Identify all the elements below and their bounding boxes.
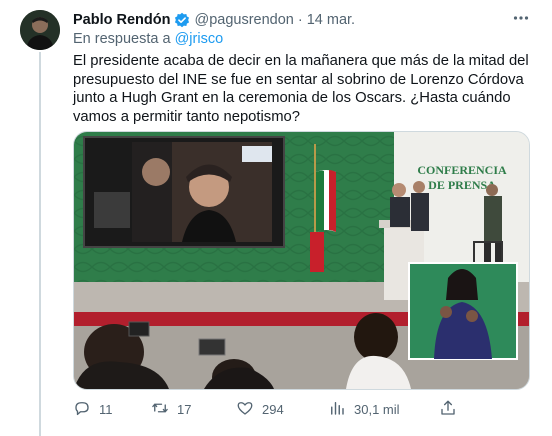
banner-line1: CONFERENCIA [417, 163, 507, 177]
views-icon [328, 399, 346, 420]
tweet-text: El presidente acaba de decir en la mañan… [73, 53, 529, 125]
like-button[interactable]: 294 [236, 398, 284, 420]
tweet-header: Pablo Rendón @pagusrendon · 14 mar. [73, 11, 355, 29]
tweet[interactable]: Pablo Rendón @pagusrendon · 14 mar. En r… [0, 0, 552, 436]
share-icon [439, 399, 457, 420]
verified-badge-icon [174, 12, 190, 28]
thread-line [39, 52, 41, 436]
reply-button[interactable]: 11 [73, 398, 113, 420]
more-icon[interactable] [510, 9, 532, 29]
reply-icon [73, 399, 91, 420]
author-name[interactable]: Pablo Rendón [73, 12, 170, 28]
press-conference-photo: CONFERENCIA DE PRENSA [74, 132, 529, 389]
reply-prefix: En respuesta a [73, 31, 171, 47]
retweet-button[interactable]: 17 [151, 398, 191, 420]
author-handle[interactable]: @pagusrendon [194, 12, 293, 28]
views-count: 30,1 mil [354, 401, 400, 417]
views-button[interactable]: 30,1 mil [328, 398, 400, 420]
retweet-icon [151, 399, 169, 420]
reply-context: En respuesta a @jrisco [73, 31, 223, 47]
retweet-count: 17 [177, 401, 192, 417]
share-button[interactable] [439, 398, 457, 420]
banner-line2: DE PRENSA [428, 178, 496, 192]
reply-mention-link[interactable]: @jrisco [175, 31, 224, 47]
like-count: 294 [262, 401, 284, 417]
avatar[interactable] [20, 10, 60, 50]
like-icon [236, 399, 254, 420]
separator-dot: · [297, 12, 303, 28]
tweet-date[interactable]: 14 mar. [307, 12, 355, 28]
tweet-media-photo[interactable]: CONFERENCIA DE PRENSA [73, 131, 530, 390]
reply-count: 11 [99, 401, 113, 417]
tweet-actions: 11 17 294 30,1 mil [73, 398, 533, 420]
